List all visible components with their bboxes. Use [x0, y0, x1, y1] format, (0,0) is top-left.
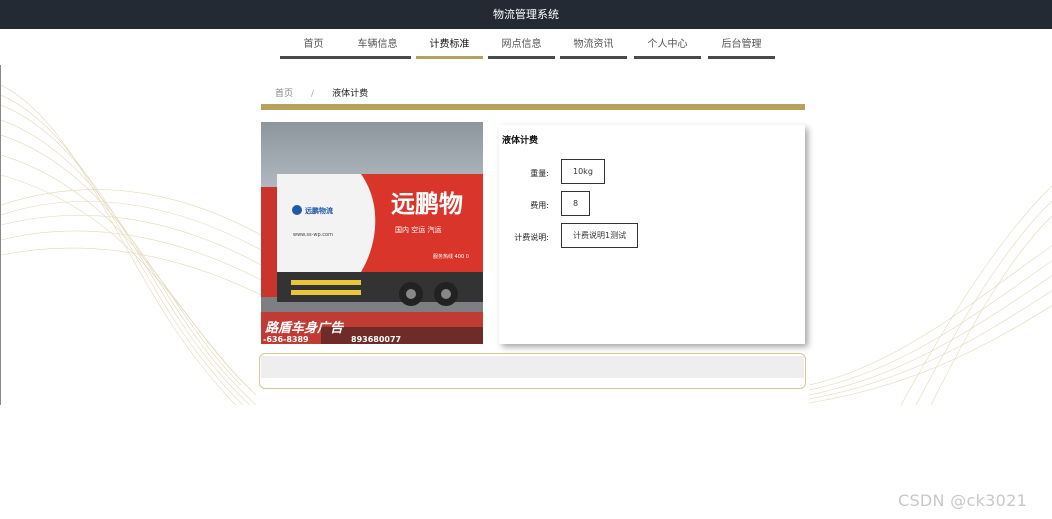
weight-field[interactable]: 10kg — [561, 159, 605, 184]
photo-ad-banner: 路盾车身广告 — [265, 320, 345, 336]
detail-panel: 液体计费 重量: 10kg 费用: 8 计费说明: 计费说明1测试 — [499, 125, 805, 344]
nav-underline — [344, 56, 411, 59]
nav-item-label: 物流资讯 — [573, 39, 614, 50]
nav-item-label: 首页 — [303, 39, 324, 50]
photo-phone-left: -636-8389 — [263, 335, 309, 344]
nav-item-vehicles[interactable]: 车辆信息 — [344, 38, 411, 59]
photo-services: 国内 空运 汽运 — [395, 225, 441, 234]
nav-item-label: 后台管理 — [721, 39, 762, 50]
nav-item-label: 网点信息 — [501, 39, 542, 50]
photo-website: www.ss-wp.com — [293, 232, 333, 238]
nav-underline — [280, 56, 347, 59]
fee-field[interactable]: 8 — [561, 191, 591, 216]
nav-item-news[interactable]: 物流资讯 — [560, 38, 627, 59]
breadcrumb-current: 液体计费 — [332, 89, 369, 99]
app-title-bar: 物流管理系统 — [0, 0, 1052, 29]
truck-illustration: 远鹏物流 www.ss-wp.com 远鹏物 国内 空运 汽运 服务热线 400… — [261, 122, 483, 344]
nav-underline-active — [416, 56, 483, 59]
photo-logo-text: 远鹏物流 — [305, 206, 333, 215]
bottom-content-card — [259, 353, 806, 389]
nav-underline — [560, 56, 627, 59]
nav-item-label: 车辆信息 — [357, 39, 398, 50]
photo-brand-text: 远鹏物 — [391, 190, 463, 218]
nav-underline — [708, 56, 775, 59]
nav-item-admin[interactable]: 后台管理 — [708, 38, 775, 59]
section-divider — [261, 104, 805, 110]
nav-item-home[interactable]: 首页 — [280, 38, 347, 59]
nav-item-label: 个人中心 — [647, 39, 688, 50]
breadcrumb-home-link[interactable]: 首页 — [275, 89, 293, 99]
bottom-card-header-strip — [261, 356, 804, 378]
product-photo: 远鹏物流 www.ss-wp.com 远鹏物 国内 空运 汽运 服务热线 400… — [261, 122, 483, 344]
app-title: 物流管理系统 — [493, 8, 559, 21]
nav-underline — [634, 56, 701, 59]
nav-item-branches[interactable]: 网点信息 — [488, 38, 555, 59]
weight-label: 重量: — [530, 169, 549, 178]
fee-label: 费用: — [530, 201, 549, 210]
watermark: CSDN @ck3021 — [898, 491, 1028, 510]
pricing-note-label: 计费说明: — [514, 233, 549, 242]
breadcrumb-separator: / — [311, 89, 315, 99]
main-nav: 首页 车辆信息 计费标准 网点信息 物流资讯 个人中心 后台管理 — [0, 29, 1052, 65]
detail-title: 液体计费 — [502, 136, 539, 146]
breadcrumb: 首页 / 液体计费 — [275, 86, 368, 99]
nav-item-profile[interactable]: 个人中心 — [634, 38, 701, 59]
pricing-note-field[interactable]: 计费说明1测试 — [561, 223, 639, 248]
photo-hotline: 服务热线 400 0 — [433, 253, 469, 260]
nav-item-pricing[interactable]: 计费标准 — [416, 38, 483, 59]
nav-item-label: 计费标准 — [429, 39, 470, 50]
photo-phone-right: 893680077 — [351, 335, 401, 344]
nav-underline — [488, 56, 555, 59]
